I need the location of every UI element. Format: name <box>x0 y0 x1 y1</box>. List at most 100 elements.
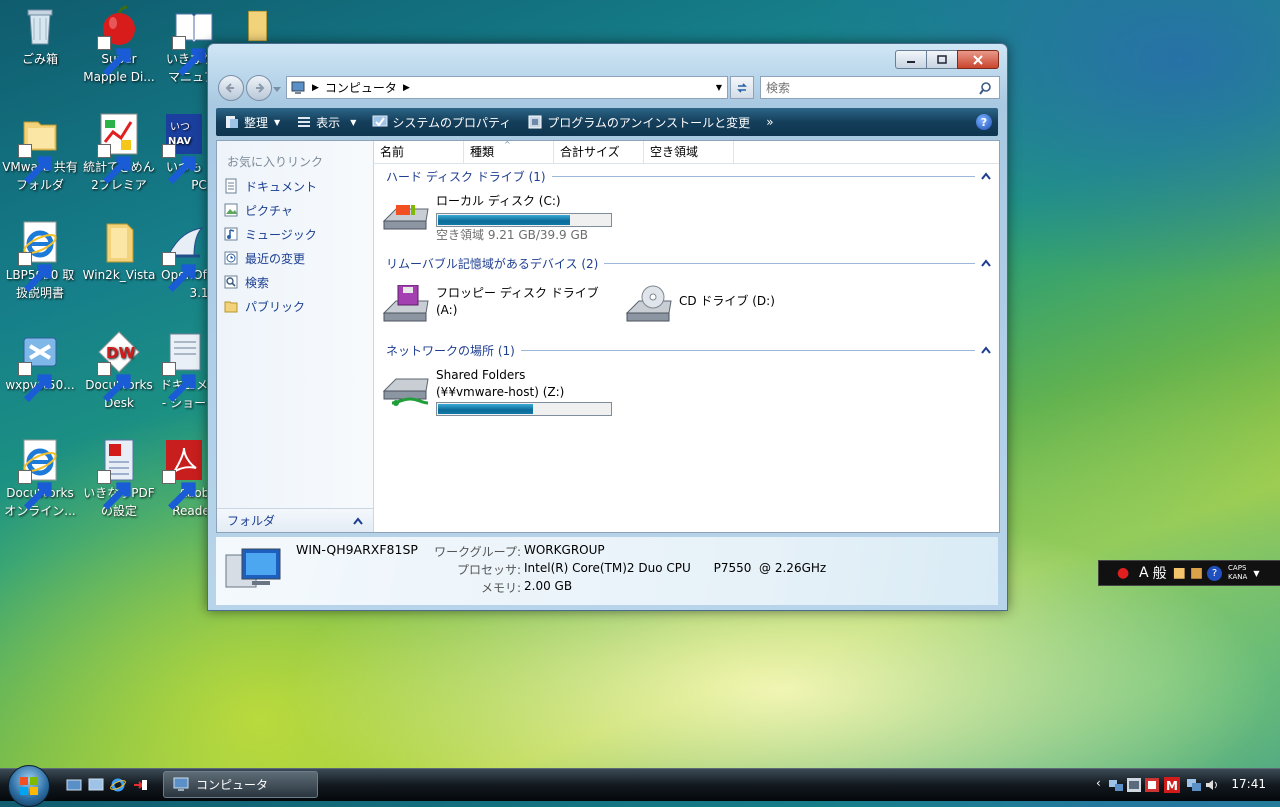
system-properties-button[interactable]: システムのプロパティ <box>364 108 519 136</box>
drive-name: CD ドライブ (D:) <box>679 294 775 308</box>
column-header-type[interactable]: 種類 ^ <box>464 140 554 163</box>
processor-value: Intel(R) Core(TM)2 Duo CPU P7550 @ 2.26G… <box>524 561 827 575</box>
fav-link-documents[interactable]: ドキュメント <box>223 175 317 197</box>
address-bar[interactable]: ▶ コンピュータ ▶ ▼ <box>286 76 728 99</box>
uninstall-program-button[interactable]: プログラムのアンインストールと変更 <box>519 108 758 136</box>
start-button[interactable] <box>8 765 50 807</box>
drive-name: Shared Folders <box>436 368 526 382</box>
sort-ascending-icon: ^ <box>504 140 511 149</box>
vmware-tools-icon[interactable] <box>1126 777 1142 793</box>
ime-help-icon[interactable]: ? <box>1207 565 1223 581</box>
drive-usage-fill <box>438 404 534 414</box>
group-header-removable[interactable]: リムーバブル記憶域があるデバイス (2) <box>386 254 991 272</box>
desktop-icon-super-mapple[interactable]: Super Mapple Di... <box>79 4 159 86</box>
desktop-icon-docuworks-online[interactable]: DocuWorks オンライン... <box>0 438 80 520</box>
chart-app-icon <box>97 112 141 185</box>
volume-icon[interactable] <box>1204 777 1220 793</box>
show-desktop-icon[interactable] <box>66 777 82 793</box>
search-icon[interactable] <box>978 81 992 95</box>
drive-cd[interactable]: CD ドライブ (D:) <box>625 285 775 329</box>
desktop-icon-lbp5050[interactable]: LBP5050 取 扱説明書 <box>0 220 80 302</box>
column-header-free-space[interactable]: 空き領域 <box>644 141 734 163</box>
show-hidden-icons-icon[interactable]: ‹ <box>1096 776 1101 790</box>
back-button[interactable] <box>218 75 244 101</box>
mcafee-icon[interactable]: M <box>1164 777 1180 793</box>
desktop-icon-document-shortcut[interactable]: ドキュメ - ショー <box>158 330 210 412</box>
view-menu[interactable]: 表示 ▼ <box>288 108 364 136</box>
pdf-quick-launch-icon[interactable] <box>132 777 148 793</box>
help-button[interactable]: ? <box>976 114 992 130</box>
drive-z-network[interactable]: Shared Folders (¥¥vmware-host) (Z:) <box>382 367 612 416</box>
maximize-icon <box>937 54 947 64</box>
clock[interactable]: 17:41 <box>1231 777 1266 791</box>
organize-icon <box>226 116 238 128</box>
floppy-drive-icon <box>382 285 429 322</box>
network-status-icon[interactable] <box>1186 777 1202 793</box>
folders-toggle[interactable]: フォルダ <box>217 508 373 532</box>
internet-explorer-icon <box>18 220 62 293</box>
ime-tools-icon[interactable]: ■ <box>1190 565 1203 581</box>
search-input[interactable] <box>761 79 978 96</box>
group-header-network[interactable]: ネットワークの場所 (1) <box>386 341 991 359</box>
drive-floppy[interactable]: フロッピー ディスク ドライブ (A:) <box>382 285 599 329</box>
pdf-settings-icon <box>97 438 141 511</box>
input-mode-general[interactable]: 般 <box>1153 563 1167 583</box>
shortcut-arrow-icon <box>162 144 196 185</box>
desktop-icon-docuworks-desk[interactable]: DW DocuWorks Desk <box>79 330 159 412</box>
favorite-links-title: お気に入りリンク <box>227 155 324 169</box>
navigation-bar: ▶ コンピュータ ▶ ▼ <box>216 74 1000 101</box>
shortcut-arrow-icon <box>97 144 131 185</box>
input-mode-a[interactable]: A <box>1139 565 1149 581</box>
security-tray-icon[interactable] <box>1144 777 1160 793</box>
language-bar-options-icon[interactable]: ▼ <box>1253 569 1259 578</box>
minimize-button[interactable] <box>895 50 927 69</box>
network-drive-icon <box>382 378 429 406</box>
fav-link-public[interactable]: パブリック <box>223 295 305 317</box>
desktop-icon-adobe-reader[interactable]: Adob Reade <box>158 438 210 520</box>
chevron-down-icon <box>273 87 281 92</box>
internet-explorer-icon <box>18 438 62 511</box>
maximize-button[interactable] <box>926 50 958 69</box>
refresh-button[interactable] <box>730 76 754 99</box>
desktop-icon-recycle-bin[interactable]: ごみ箱 <box>0 4 80 68</box>
fav-link-music[interactable]: ミュージック <box>223 223 317 245</box>
ime-pad-icon[interactable]: ■ <box>1173 565 1186 581</box>
history-dropdown[interactable] <box>273 82 281 96</box>
network-tray-icon[interactable] <box>1108 777 1124 793</box>
processor-label: プロセッサ: <box>456 563 521 577</box>
group-header-hdd[interactable]: ハード ディスク ドライブ (1) <box>386 167 991 185</box>
desktop-icon-itsumo[interactable]: いつ NAV いつも PC <box>158 112 210 194</box>
close-button[interactable] <box>957 50 999 69</box>
fav-link-pictures[interactable]: ピクチャ <box>223 199 293 221</box>
ime-icon[interactable]: ● <box>1117 565 1133 581</box>
details-pane: WIN-QH9ARXF81SP ワークグループ: WORKGROUP プロセッサ… <box>216 537 998 605</box>
chevron-down-icon: ▼ <box>350 117 357 127</box>
taskbar-button-computer[interactable]: コンピュータ <box>163 771 318 798</box>
desktop-icon-ikinari-manual[interactable]: いきなりP マニュア <box>158 4 213 86</box>
shortcut-arrow-icon <box>18 470 52 511</box>
desktop-icon-wxpvst[interactable]: wxpvst50... <box>0 330 80 403</box>
drive-c[interactable]: ローカル ディスク (C:) 空き領域 9.21 GB/39.9 GB <box>382 193 612 244</box>
column-header-name[interactable]: 名前 <box>374 141 464 163</box>
shortcut-arrow-icon <box>18 362 52 403</box>
memory-label: メモリ: <box>480 581 521 595</box>
fav-link-recent[interactable]: 最近の変更 <box>223 247 305 269</box>
folder-icon <box>97 220 141 264</box>
internet-explorer-icon[interactable] <box>110 777 126 793</box>
shortcut-arrow-icon <box>97 470 131 511</box>
breadcrumb-computer[interactable]: コンピュータ <box>325 79 397 96</box>
minimize-icon <box>907 60 915 63</box>
more-commands-button[interactable]: » <box>758 108 781 136</box>
desktop-icon-openoffice[interactable]: OpenOf 3.1 <box>158 220 210 302</box>
desktop-icon-ikinari-pdf-settings[interactable]: いきなりPDF の設定 <box>79 438 159 520</box>
fav-link-search[interactable]: 検索 <box>223 271 269 293</box>
desktop-icon-win2k-vista[interactable]: Win2k_Vista <box>79 220 159 284</box>
drive-usage-bar <box>436 402 612 416</box>
organize-menu[interactable]: 整理 ▼ <box>216 108 288 136</box>
desktop-icon-vmware-shared[interactable]: VMware 共有 フォルダ <box>0 112 80 194</box>
address-dropdown-icon[interactable]: ▼ <box>716 83 722 92</box>
desktop-icon-toukei[interactable]: 統計てきめん 2プレミア <box>79 112 159 194</box>
forward-button[interactable] <box>246 75 272 101</box>
switch-windows-icon[interactable] <box>88 777 104 793</box>
column-header-total-size[interactable]: 合計サイズ <box>554 141 644 163</box>
